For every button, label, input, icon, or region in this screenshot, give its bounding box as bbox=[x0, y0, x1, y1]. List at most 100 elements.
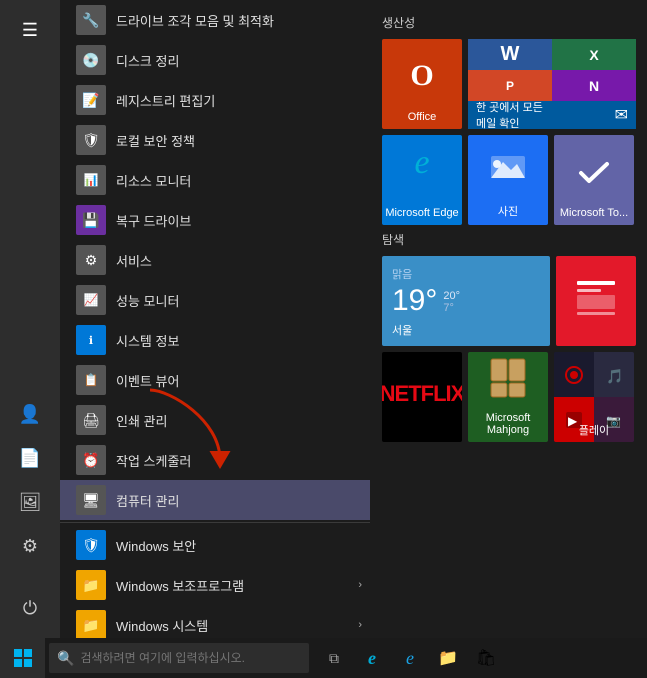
mahjong-label: Microsoft Mahjong bbox=[468, 412, 548, 436]
netflix-tile[interactable]: NETFLIX bbox=[382, 352, 462, 442]
list-item[interactable]: 📋 이벤트 뷰어 bbox=[60, 360, 370, 400]
tiles-row-2: e Microsoft Edge 사진 bbox=[382, 135, 637, 225]
edge-icon: e bbox=[397, 143, 447, 203]
hamburger-icon[interactable]: ☰ bbox=[10, 10, 50, 50]
windows-accessories-item[interactable]: 📁 Windows 보조프로그램 › bbox=[60, 565, 370, 605]
power-icon[interactable]: ⏻ bbox=[10, 588, 50, 628]
photos-icon bbox=[483, 144, 533, 199]
app-icon: 📋 bbox=[76, 365, 106, 395]
weather-low: 7° bbox=[443, 302, 460, 314]
tiles-row-3: 맑음 19° 20° 7° 서울 bbox=[382, 256, 637, 346]
mini-tile-onenote: N bbox=[552, 70, 636, 101]
divider bbox=[60, 522, 370, 523]
mini-tile-excel: X bbox=[552, 39, 636, 70]
office-tile[interactable]: O Office bbox=[382, 39, 462, 129]
svg-text:e: e bbox=[414, 144, 429, 181]
todo-tile[interactable]: Microsoft To... bbox=[554, 135, 634, 225]
settings-icon[interactable]: ⚙ bbox=[10, 526, 50, 566]
office-icon: O bbox=[402, 59, 442, 109]
todo-icon bbox=[569, 148, 619, 203]
store-taskbar-icon[interactable]: 🛍 bbox=[469, 641, 503, 675]
app-icon: ℹ bbox=[76, 325, 106, 355]
app-icon: 📈 bbox=[76, 285, 106, 315]
netflix-logo: NETFLIX bbox=[382, 381, 462, 407]
weather-temp: 19° bbox=[392, 284, 437, 318]
mini-tile-word: W bbox=[468, 39, 552, 70]
list-item[interactable]: 📝 레지스트리 편집기 bbox=[60, 80, 370, 120]
list-item[interactable]: 💿 디스크 정리 bbox=[60, 40, 370, 80]
play-label: 플레이 bbox=[554, 422, 634, 438]
photos-label: 사진 bbox=[498, 203, 518, 219]
search-input[interactable] bbox=[80, 651, 301, 665]
edge-tile[interactable]: e Microsoft Edge bbox=[382, 135, 462, 225]
app-icon: 💾 bbox=[76, 205, 106, 235]
tiles-panel: 생산성 O Office W X bbox=[370, 0, 647, 642]
news-icon bbox=[571, 273, 621, 323]
app-icon: ⚙ bbox=[76, 245, 106, 275]
mahjong-icon bbox=[483, 353, 533, 408]
list-item[interactable]: 🔧 드라이브 조각 모음 및 최적화 bbox=[60, 0, 370, 40]
edge-label: Microsoft Edge bbox=[385, 207, 458, 219]
mail-tile[interactable]: W X P N 한 곳에서 모든메일 확인 ✉ bbox=[468, 39, 636, 129]
document-icon[interactable]: 📄 bbox=[10, 438, 50, 478]
app-icon: ⏰ bbox=[76, 445, 106, 475]
office-tile-label: Office bbox=[408, 111, 437, 123]
productivity-label: 생산성 bbox=[382, 14, 637, 31]
list-item[interactable]: ℹ 시스템 정보 bbox=[60, 320, 370, 360]
photo-icon[interactable]: 🖼 bbox=[10, 482, 50, 522]
app-icon: 📝 bbox=[76, 85, 106, 115]
app-list: 🔧 드라이브 조각 모음 및 최적화 💿 디스크 정리 📝 레지스트리 편집기 … bbox=[60, 0, 370, 642]
list-item[interactable]: 🛡 로컬 보안 정책 bbox=[60, 120, 370, 160]
list-item[interactable]: 💾 복구 드라이브 bbox=[60, 200, 370, 240]
edge-taskbar-icon[interactable]: e bbox=[355, 641, 389, 675]
chevron-icon: › bbox=[358, 619, 362, 631]
taskbar: 🔍 ⧉ e e 📁 🛍 bbox=[0, 638, 647, 678]
app-icon: 📊 bbox=[76, 165, 106, 195]
weather-high: 20° bbox=[443, 290, 460, 302]
list-item[interactable]: 📊 리소스 모니터 bbox=[60, 160, 370, 200]
tiles-row-1: O Office W X P N 한 곳에서 모든메일 확 bbox=[382, 39, 637, 129]
windows-security-item[interactable]: 🛡 Windows 보안 bbox=[60, 525, 370, 565]
app-icon: 🛡 bbox=[76, 125, 106, 155]
mini-tile-ppt: P bbox=[468, 70, 552, 101]
windows-logo bbox=[13, 648, 33, 668]
windows-system-item[interactable]: 📁 Windows 시스템 › bbox=[60, 605, 370, 642]
app-icon: 🖥 bbox=[76, 485, 106, 515]
explore-label: 탐색 bbox=[382, 231, 637, 248]
tiles-row-4: NETFLIX Microsoft Mahjong bbox=[382, 352, 637, 442]
app-icon: 🔧 bbox=[76, 5, 106, 35]
start-button[interactable] bbox=[0, 638, 45, 678]
search-magnifier-icon: 🔍 bbox=[57, 650, 74, 667]
play-tile[interactable]: 🎵 ▶ 📷 플레이 bbox=[554, 352, 634, 442]
weather-tile[interactable]: 맑음 19° 20° 7° 서울 bbox=[382, 256, 550, 346]
mail-label: 한 곳에서 모든메일 확인 bbox=[476, 99, 543, 131]
list-item[interactable]: ⚙ 서비스 bbox=[60, 240, 370, 280]
svg-text:O: O bbox=[410, 59, 433, 92]
chevron-icon: › bbox=[358, 579, 362, 591]
play-mini-1 bbox=[554, 352, 594, 397]
news-tile[interactable] bbox=[556, 256, 636, 346]
app-icon: 💿 bbox=[76, 45, 106, 75]
list-item[interactable]: 📈 성능 모니터 bbox=[60, 280, 370, 320]
user-icon[interactable]: 👤 bbox=[10, 394, 50, 434]
ie-taskbar-icon[interactable]: e bbox=[393, 641, 427, 675]
weather-condition: 맑음 bbox=[392, 266, 412, 282]
svg-text:🎵: 🎵 bbox=[606, 368, 623, 384]
computer-management-item[interactable]: 🖥 컴퓨터 관리 bbox=[60, 480, 370, 520]
list-item[interactable]: 🖨 인쇄 관리 bbox=[60, 400, 370, 440]
todo-label: Microsoft To... bbox=[560, 207, 628, 219]
start-menu: 🔧 드라이브 조각 모음 및 최적화 💿 디스크 정리 📝 레지스트리 편집기 … bbox=[60, 0, 647, 642]
explorer-taskbar-icon[interactable]: 📁 bbox=[431, 641, 465, 675]
mail-tile-bottom: 한 곳에서 모든메일 확인 ✉ bbox=[468, 101, 636, 129]
photos-tile[interactable]: 사진 bbox=[468, 135, 548, 225]
task-view-icon[interactable]: ⧉ bbox=[317, 641, 351, 675]
app-icon: 🛡 bbox=[76, 530, 106, 560]
app-icon: 🖨 bbox=[76, 405, 106, 435]
folder-icon: 📁 bbox=[76, 570, 106, 600]
taskbar-search-box[interactable]: 🔍 bbox=[49, 643, 309, 673]
taskbar-icons: ⧉ e e 📁 🛍 bbox=[317, 641, 503, 675]
folder-icon: 📁 bbox=[76, 610, 106, 640]
mahjong-tile[interactable]: Microsoft Mahjong bbox=[468, 352, 548, 442]
list-item[interactable]: ⏰ 작업 스케줄러 bbox=[60, 440, 370, 480]
mail-icon: ✉ bbox=[615, 105, 628, 125]
